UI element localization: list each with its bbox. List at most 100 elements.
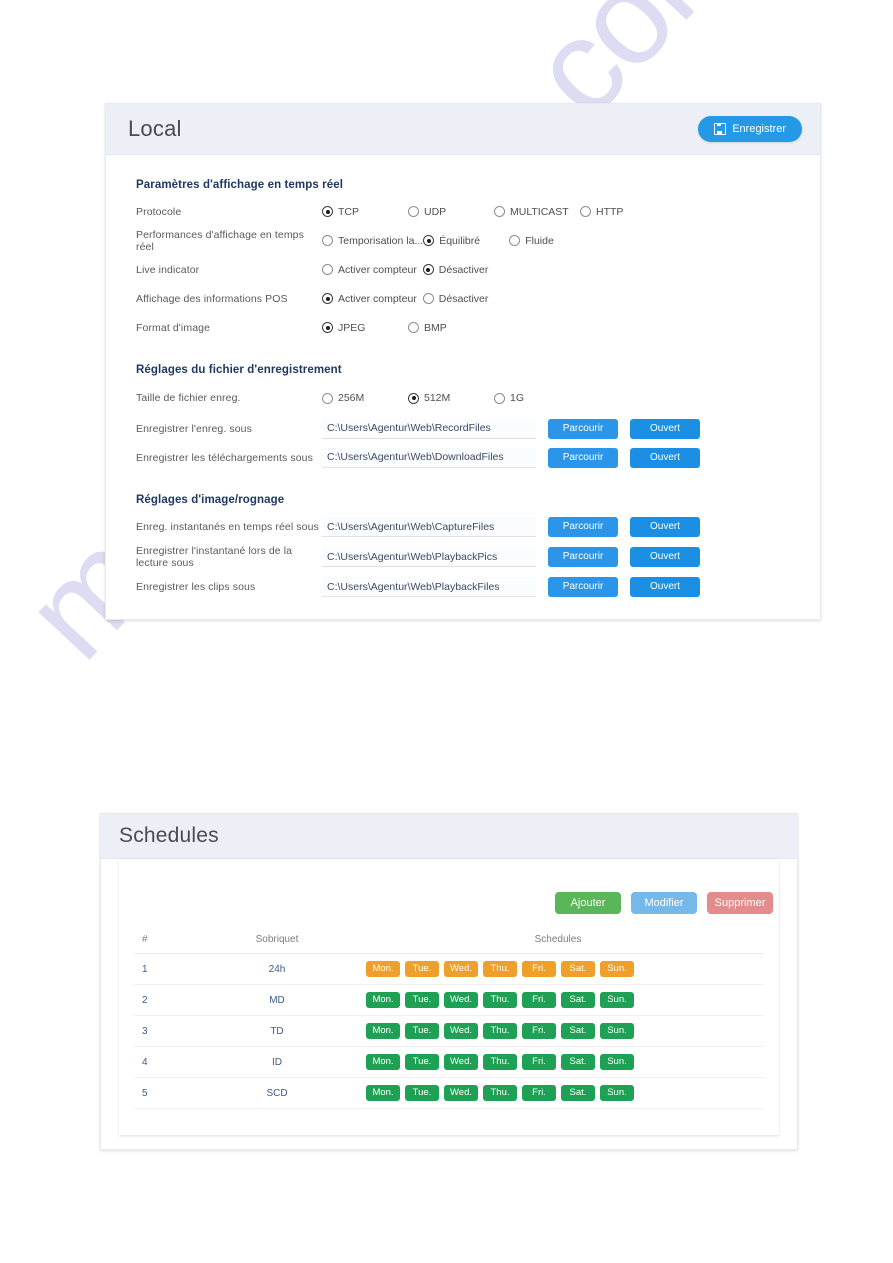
row-days: Mon. Tue. Wed. Thu. Fri. Sat. Sun. xyxy=(352,953,764,985)
edit-schedule-button[interactable]: Modifier xyxy=(631,892,697,914)
live-indicator-options: Activer compteur Désactiver xyxy=(322,264,820,276)
table-row[interactable]: 5 SCD Mon. Tue. Wed. Thu. Fri. Sat. Sun. xyxy=(134,1077,764,1109)
day-badge[interactable]: Mon. xyxy=(366,1085,400,1101)
table-row[interactable]: 3 TD Mon. Tue. Wed. Thu. Fri. Sat. Sun. xyxy=(134,1015,764,1047)
table-row[interactable]: 4 ID Mon. Tue. Wed. Thu. Fri. Sat. Sun. xyxy=(134,1046,764,1078)
label-playbackpics-path: Enregistrer l'instantané lors de la lect… xyxy=(136,545,293,569)
playbackpics-open-button[interactable]: Ouvert xyxy=(630,547,700,567)
day-badge[interactable]: Wed. xyxy=(444,1054,478,1070)
day-badge[interactable]: Wed. xyxy=(444,1085,478,1101)
day-badge[interactable]: Thu. xyxy=(483,992,517,1008)
table-row[interactable]: 2 MD Mon. Tue. Wed. Thu. Fri. Sat. Sun. xyxy=(134,984,764,1016)
radio-dot-icon xyxy=(422,293,434,304)
day-badge[interactable]: Sun. xyxy=(600,1085,634,1101)
day-badge[interactable]: Sat. xyxy=(561,992,595,1008)
radio-protocol-udp[interactable]: UDP xyxy=(408,206,494,218)
download-open-button[interactable]: Ouvert xyxy=(630,447,700,468)
day-badge[interactable]: Thu. xyxy=(483,961,517,977)
radio-format-jpeg[interactable]: JPEG xyxy=(322,322,408,334)
radio-dot-icon xyxy=(580,206,591,217)
day-badge[interactable]: Tue. xyxy=(405,961,439,977)
add-schedule-button[interactable]: Ajouter xyxy=(555,892,621,914)
label-download-path: Enregistrer les téléchargements sous xyxy=(136,451,313,464)
day-badge[interactable]: Sat. xyxy=(561,1023,595,1039)
radio-protocol-tcp[interactable]: TCP xyxy=(322,206,408,218)
schedules-action-bar: Ajouter Modifier Supprimer xyxy=(119,860,779,914)
day-badge[interactable]: Thu. xyxy=(483,1085,517,1101)
day-badge[interactable]: Fri. xyxy=(522,1085,556,1101)
row-playbackpics-path: Enregistrer l'instantané lors de la lect… xyxy=(106,542,820,572)
radio-pos-enable[interactable]: Activer compteur xyxy=(322,293,417,305)
playbackpics-browse-button[interactable]: Parcourir xyxy=(548,547,618,567)
day-badge[interactable]: Wed. xyxy=(444,1023,478,1039)
radio-size-512m[interactable]: 512M xyxy=(408,392,494,404)
capture-browse-button[interactable]: Parcourir xyxy=(548,517,618,537)
radio-dot-icon xyxy=(509,235,521,246)
radio-performance-latency[interactable]: Temporisation la... xyxy=(322,235,423,247)
save-button[interactable]: Enregistrer xyxy=(698,116,802,142)
day-badge[interactable]: Sun. xyxy=(600,992,634,1008)
day-badge[interactable]: Tue. xyxy=(405,1054,439,1070)
day-badge[interactable]: Sat. xyxy=(561,1085,595,1101)
download-browse-button[interactable]: Parcourir xyxy=(548,447,618,468)
label-file-size: Taille de fichier enreg. xyxy=(136,392,241,404)
radio-protocol-multicast[interactable]: MULTICAST xyxy=(494,206,580,218)
playbackpics-path-input[interactable] xyxy=(322,547,536,567)
row-index: 4 xyxy=(134,1046,202,1078)
day-badge[interactable]: Mon. xyxy=(366,992,400,1008)
radio-live-enable[interactable]: Activer compteur xyxy=(322,264,417,276)
record-path-input[interactable] xyxy=(322,418,536,439)
playbackfiles-browse-button[interactable]: Parcourir xyxy=(548,577,618,597)
row-index: 2 xyxy=(134,984,202,1016)
radio-label: Temporisation la... xyxy=(338,234,424,247)
capture-path-input[interactable] xyxy=(322,517,536,537)
record-open-button[interactable]: Ouvert xyxy=(630,418,700,439)
day-badge[interactable]: Mon. xyxy=(366,1054,400,1070)
day-badge[interactable]: Thu. xyxy=(483,1023,517,1039)
table-row[interactable]: 1 24h Mon. Tue. Wed. Thu. Fri. Sat. Sun. xyxy=(134,953,764,985)
day-badge[interactable]: Sun. xyxy=(600,1054,634,1070)
playbackfiles-open-button[interactable]: Ouvert xyxy=(630,577,700,597)
column-header-nickname: Sobriquet xyxy=(202,928,352,954)
radio-performance-balanced[interactable]: Équilibré xyxy=(423,235,509,247)
record-browse-button[interactable]: Parcourir xyxy=(548,418,618,439)
day-badge[interactable]: Tue. xyxy=(405,992,439,1008)
radio-label: Désactiver xyxy=(438,263,489,276)
radio-live-disable[interactable]: Désactiver xyxy=(422,263,489,276)
day-badge[interactable]: Sun. xyxy=(600,1023,634,1039)
row-nickname: TD xyxy=(202,1015,352,1047)
capture-open-button[interactable]: Ouvert xyxy=(630,517,700,537)
schedules-card: Ajouter Modifier Supprimer # Sobriquet S… xyxy=(119,860,779,1135)
row-live-indicator: Live indicator Activer compteur Désactiv… xyxy=(106,255,820,284)
day-badge[interactable]: Fri. xyxy=(522,1054,556,1070)
day-badge[interactable]: Mon. xyxy=(366,961,400,977)
radio-label: Fluide xyxy=(525,234,554,247)
day-badge[interactable]: Mon. xyxy=(366,1023,400,1039)
day-badge[interactable]: Tue. xyxy=(405,1085,439,1101)
schedules-table: # Sobriquet Schedules 1 24h Mon. Tue. Wed. Th… xyxy=(134,928,764,1109)
day-badge[interactable]: Sat. xyxy=(561,1054,595,1070)
protocol-options: TCP UDP MULTICAST HTTP xyxy=(322,206,820,218)
playbackfiles-path-fields: Parcourir Ouvert xyxy=(322,577,820,597)
radio-performance-fluid[interactable]: Fluide xyxy=(509,235,554,247)
radio-pos-disable[interactable]: Désactiver xyxy=(422,293,488,305)
day-badge[interactable]: Wed. xyxy=(444,992,478,1008)
radio-size-1g[interactable]: 1G xyxy=(494,392,524,404)
day-badge[interactable]: Sat. xyxy=(561,961,595,977)
radio-dot-icon xyxy=(408,322,419,333)
day-badge[interactable]: Fri. xyxy=(522,1023,556,1039)
day-badge[interactable]: Thu. xyxy=(483,1054,517,1070)
row-playbackfiles-path: Enregistrer les clips sous Parcourir Ouv… xyxy=(106,572,820,602)
day-badge[interactable]: Wed. xyxy=(444,961,478,977)
playbackfiles-path-input[interactable] xyxy=(322,577,536,597)
day-badge[interactable]: Tue. xyxy=(405,1023,439,1039)
radio-format-bmp[interactable]: BMP xyxy=(408,322,447,334)
delete-schedule-button[interactable]: Supprimer xyxy=(707,892,773,914)
day-badge[interactable]: Fri. xyxy=(522,992,556,1008)
day-badge[interactable]: Sun. xyxy=(600,961,634,977)
radio-protocol-http[interactable]: HTTP xyxy=(580,206,623,218)
local-settings-panel: Local Enregistrer Paramètres d'affichage… xyxy=(105,103,821,620)
radio-size-256m[interactable]: 256M xyxy=(322,392,408,404)
day-badge[interactable]: Fri. xyxy=(522,961,556,977)
download-path-input[interactable] xyxy=(322,447,536,468)
